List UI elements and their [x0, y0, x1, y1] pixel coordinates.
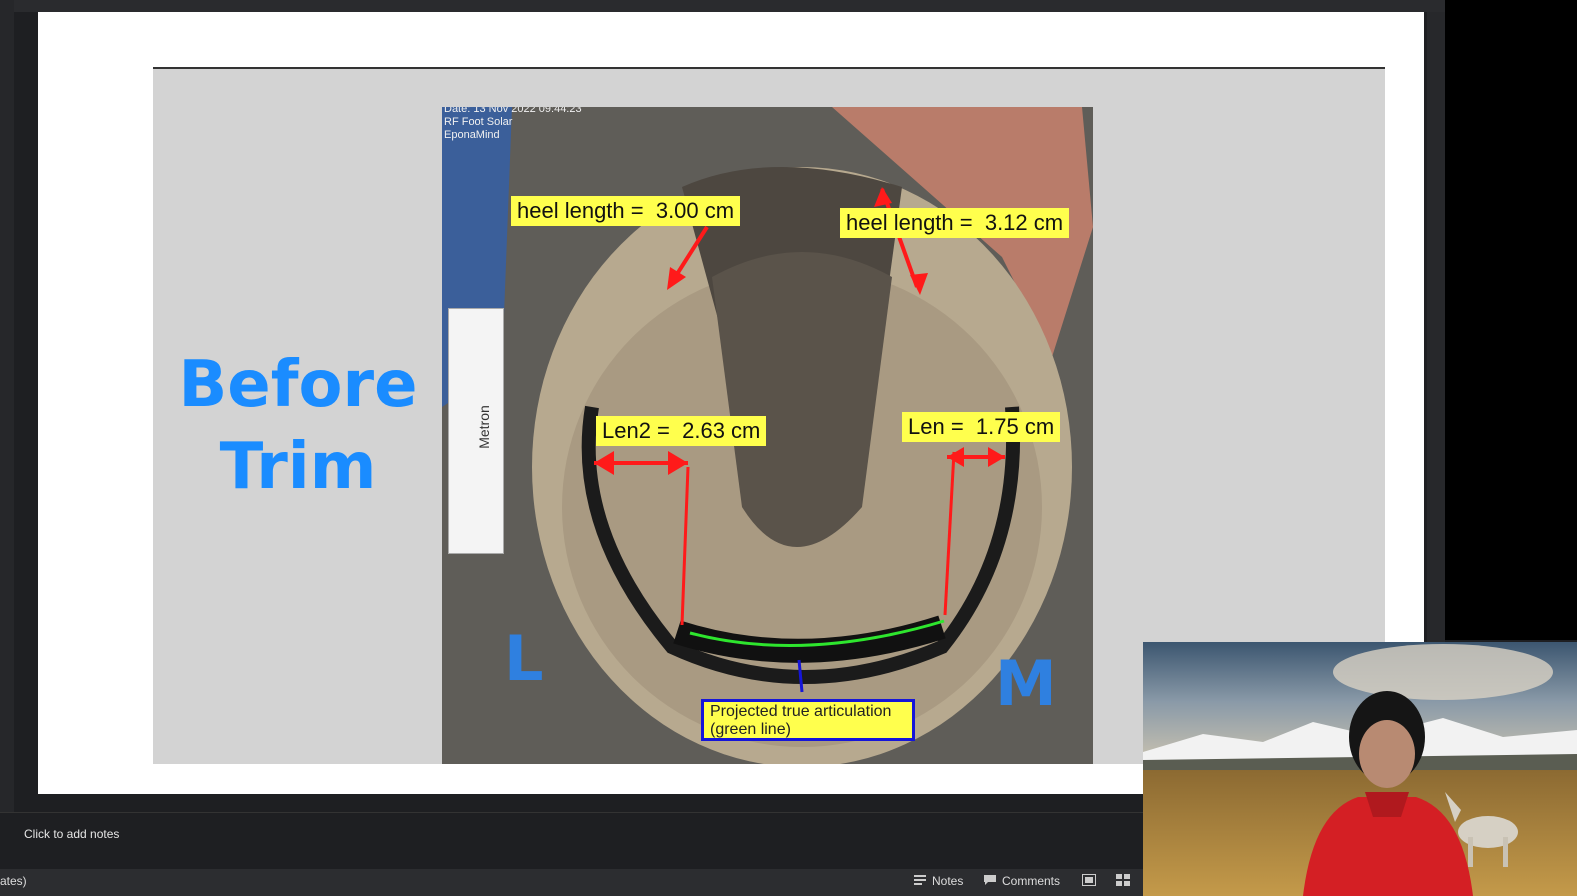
slide-title: Before Trim: [153, 344, 443, 508]
len2-label: Len2 = 2.63 cm: [596, 416, 767, 446]
grid-view-icon[interactable]: [1116, 873, 1130, 886]
medial-letter: M: [995, 647, 1057, 720]
notes-placeholder[interactable]: Click to add notes: [24, 827, 119, 841]
ruler-label: Metron: [476, 405, 492, 449]
notes-button[interactable]: Notes: [932, 874, 963, 888]
photo-foot: RF Foot Solar: [444, 116, 513, 128]
hoof-photo: Date: 13 Nov 2022 09:44:23 RF Foot Solar…: [442, 107, 1093, 764]
articulation-line-1: Projected true articulation: [710, 703, 892, 720]
heel-length-left-label: heel length = 3.00 cm: [511, 196, 741, 226]
notes-icon[interactable]: [913, 873, 927, 885]
metron-ruler: Metron: [448, 308, 504, 554]
photo-date: Date: 13 Nov 2022 09:44:23: [444, 107, 582, 115]
comments-icon[interactable]: [983, 873, 997, 885]
photo-metadata: Date: 13 Nov 2022 09:44:23 RF Foot Solar…: [444, 107, 582, 142]
photo-brand: EponaMind: [444, 129, 500, 141]
normal-view-icon[interactable]: [1082, 873, 1096, 886]
status-left-text: ates): [0, 874, 27, 888]
comments-button[interactable]: Comments: [1002, 874, 1060, 888]
len-label: Len = 1.75 cm: [902, 412, 1061, 442]
webcam-scene: [1143, 642, 1577, 896]
webcam-overlay: [1143, 642, 1577, 896]
title-line-2: Trim: [219, 430, 377, 504]
heel-length-right-label: heel length = 3.12 cm: [840, 208, 1070, 238]
articulation-line-2: (green line): [710, 721, 791, 738]
title-line-1: Before: [178, 348, 418, 422]
lateral-letter: L: [504, 622, 544, 695]
right-dark-panel: [1445, 0, 1577, 640]
left-rail: [0, 0, 14, 870]
window-top-bar: [0, 0, 1577, 12]
articulation-label: Projected true articulation (green line): [701, 699, 915, 741]
notes-pane[interactable]: Click to add notes: [0, 812, 1145, 869]
